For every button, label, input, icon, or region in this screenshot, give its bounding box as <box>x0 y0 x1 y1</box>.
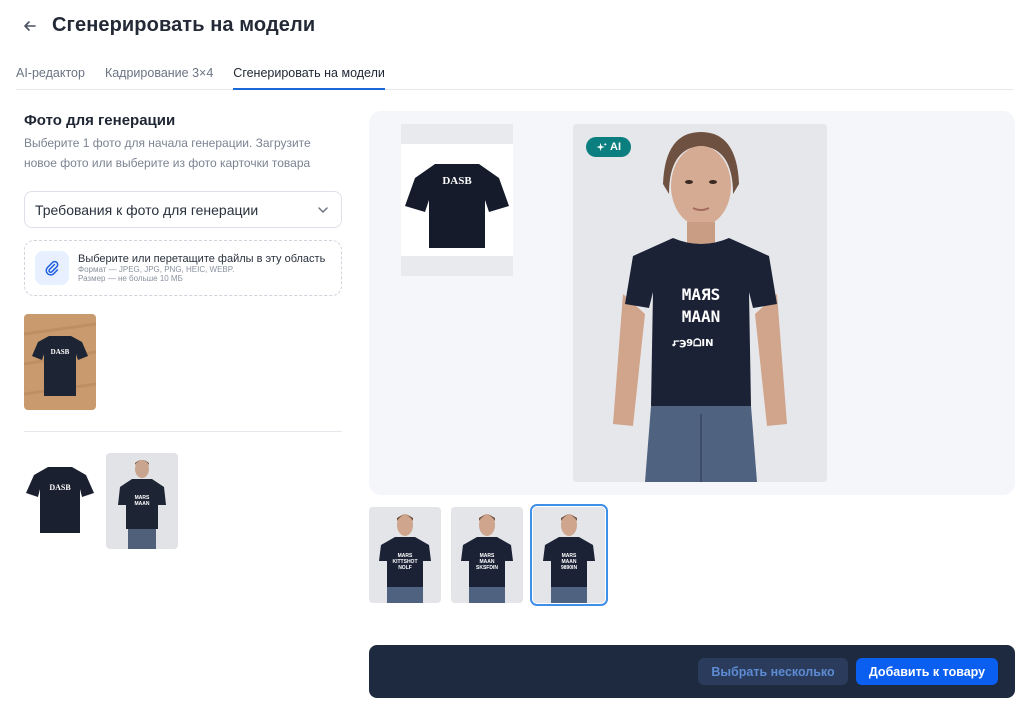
tab-ai-editor[interactable]: AI-редактор <box>16 62 85 90</box>
model-shirt-line2: MAAN <box>682 307 721 326</box>
requirements-select-label: Требования к фото для генерации <box>35 201 259 218</box>
card-photo-thumbnail-2[interactable]: MARS MAAN <box>106 453 178 549</box>
ai-badge: AI <box>586 137 631 157</box>
dropzone-size: Размер — не больше 10 МБ <box>78 274 183 283</box>
file-dropzone[interactable]: Выберите или перетащите файлы в эту обла… <box>24 240 342 296</box>
uploaded-shirt-text: DASB <box>51 348 70 356</box>
section-title: Фото для генерации <box>24 112 176 129</box>
sparkle-icon <box>596 141 607 151</box>
generated-model-image: MAЯS MAAN ꭊ℈9ᗝIN AI <box>573 124 827 482</box>
section-description: Выберите 1 фото для начала генерации. За… <box>24 136 311 170</box>
tab-crop[interactable]: Кадрирование 3×4 <box>105 62 213 90</box>
card-shirt-text: DASB <box>49 483 71 492</box>
chevron-down-icon <box>318 206 328 213</box>
divider <box>24 431 342 432</box>
requirements-select[interactable]: Требования к фото для генерации <box>24 191 342 228</box>
svg-text:9890IN: 9890IN <box>561 565 578 571</box>
model-shirt-line3: ꭊ℈9ᗝIN <box>672 337 714 349</box>
tab-generate-on-model[interactable]: Сгенерировать на модели <box>233 62 385 90</box>
select-several-button[interactable]: Выбрать несколько <box>698 658 848 685</box>
action-footer: Выбрать несколько Добавить к товару <box>369 645 1015 698</box>
svg-text:SKSFDIN: SKSFDIN <box>476 565 498 571</box>
source-photo: DASB <box>401 124 513 276</box>
variant-thumbnail-1[interactable]: MARS KITTSHOT NOLF <box>369 507 441 603</box>
svg-text:NOLF: NOLF <box>398 565 412 571</box>
variant-thumbnail-3-selected[interactable]: MARS MAAN 9890IN <box>530 504 608 606</box>
card-photo-thumbnail-1[interactable]: DASB <box>24 453 96 549</box>
svg-text:MAAN: MAAN <box>135 501 150 507</box>
ai-badge-label: AI <box>610 141 621 153</box>
left-panel: Фото для генерации Выберите 1 фото для н… <box>24 112 342 296</box>
source-shirt-text: DASB <box>442 175 472 187</box>
dropzone-format: Формат — JPEG, JPG, PNG, HEIC, WEBP. <box>78 265 235 274</box>
arrow-left-icon[interactable] <box>22 18 38 34</box>
add-to-product-button[interactable]: Добавить к товару <box>856 658 998 685</box>
model-shirt-line1: MAЯS <box>682 285 721 304</box>
dropzone-label: Выберите или перетащите файлы в эту обла… <box>78 253 326 265</box>
variant-thumbnail-2[interactable]: MARS MAAN SKSFDIN <box>451 507 523 603</box>
paperclip-icon <box>35 251 69 285</box>
uploaded-photo-thumbnail[interactable]: DASB <box>24 314 96 410</box>
preview-stage: DASB MAЯS MAAN ꭊ℈9ᗝIN AI <box>369 111 1015 495</box>
tab-bar: AI-редактор Кадрирование 3×4 Сгенерирова… <box>16 62 1013 90</box>
page-title: Сгенерировать на модели <box>52 14 316 36</box>
page-header: Сгенерировать на модели <box>22 14 315 37</box>
